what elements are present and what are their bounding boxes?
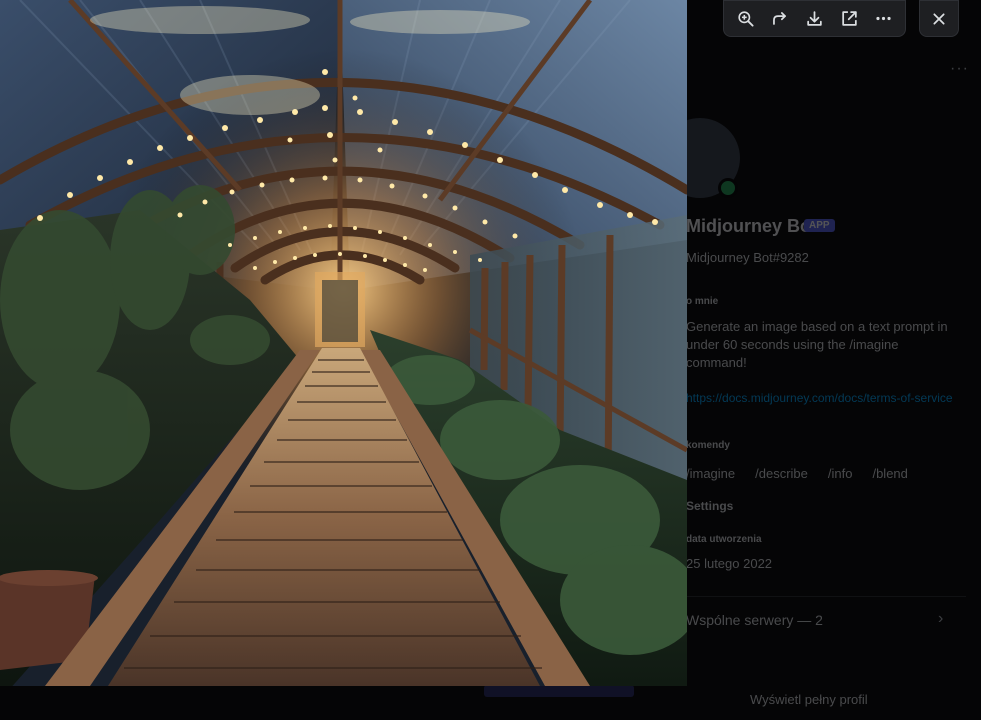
forward-icon	[773, 12, 787, 25]
profile-username: Midjourney Bot#9282	[686, 250, 809, 265]
created-heading: Data utworzenia	[686, 534, 762, 545]
command-blend[interactable]: /blend	[872, 466, 907, 481]
zoom-in-button[interactable]	[730, 4, 760, 34]
download-button[interactable]	[799, 4, 829, 34]
greenhouse-photo	[0, 0, 687, 686]
commands-heading: Komendy	[686, 440, 730, 451]
profile-more-icon[interactable]: ···	[950, 60, 969, 78]
mutual-servers-link[interactable]: Wspólne serwery — 2	[686, 612, 823, 628]
created-date: 25 lutego 2022	[686, 556, 773, 571]
settings-command[interactable]: Settings	[686, 499, 733, 513]
close-button[interactable]	[919, 0, 959, 37]
command-info[interactable]: /info	[828, 466, 853, 481]
close-icon	[933, 12, 945, 25]
about-link[interactable]: https://docs.midjourney.com/docs/terms-o…	[686, 390, 956, 406]
command-list: /imagine /describe /info /blend	[686, 466, 908, 481]
open-in-browser-icon	[841, 11, 857, 26]
about-text: Generate an image based on a text prompt…	[686, 319, 948, 370]
image-viewer-toolbar	[723, 0, 906, 37]
download-icon	[807, 11, 822, 26]
divider	[686, 596, 966, 597]
about-heading: O mnie	[686, 296, 719, 307]
zoom-in-icon	[738, 11, 754, 27]
forward-button[interactable]	[765, 4, 795, 34]
more-icon	[876, 16, 891, 21]
open-in-browser-button[interactable]	[834, 4, 864, 34]
command-describe[interactable]: /describe	[755, 466, 808, 481]
view-full-profile-button[interactable]: Wyświetl pełny profil	[750, 692, 868, 707]
profile-display-name: Midjourney Bot	[686, 216, 817, 236]
viewer-image[interactable]	[0, 0, 687, 686]
more-options-button[interactable]	[869, 4, 899, 34]
app-badge: APP	[804, 219, 835, 232]
chevron-right-icon[interactable]: ›	[938, 610, 943, 628]
scroll-indicator	[484, 685, 634, 697]
command-imagine[interactable]: /imagine	[686, 466, 735, 481]
